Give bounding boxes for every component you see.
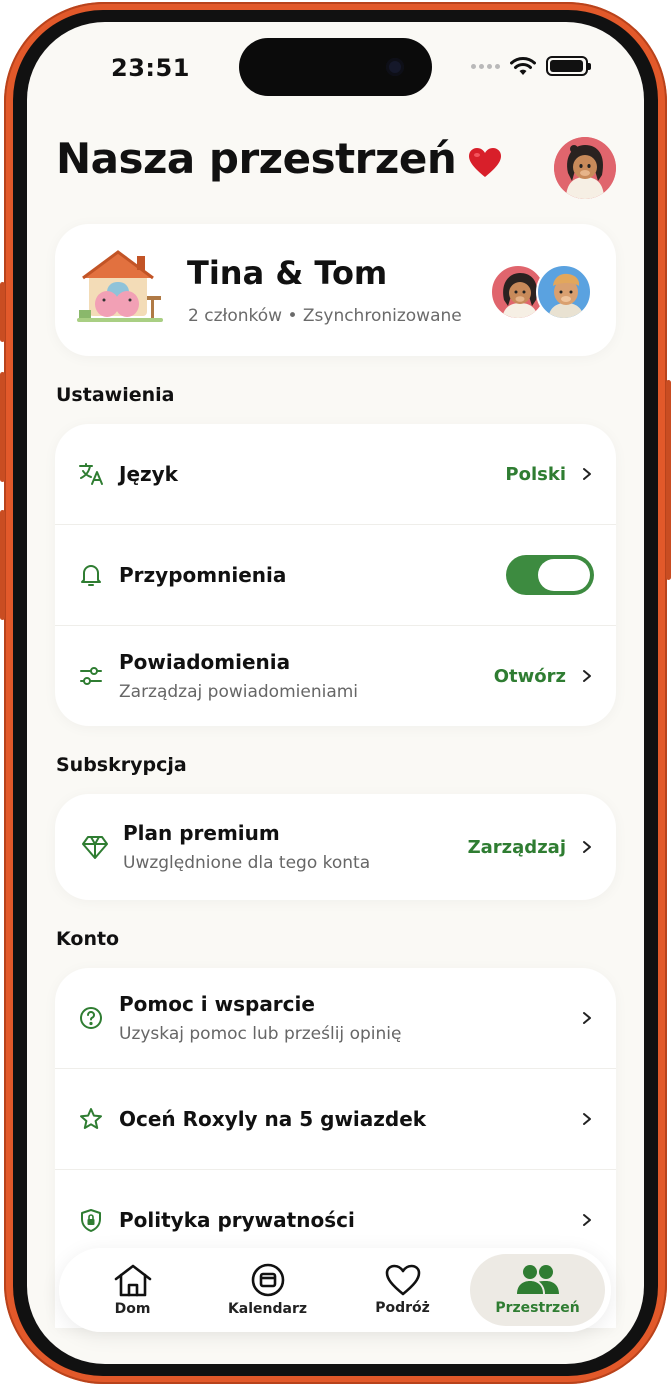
help-icon (77, 1004, 105, 1032)
people-icon (516, 1265, 559, 1294)
side-button-volume-up (0, 372, 5, 482)
avatar-illustration (554, 137, 616, 199)
privacy-title: Polityka prywatności (119, 1208, 355, 1232)
signal-icon (471, 63, 500, 69)
reminders-title: Przypomnienia (119, 563, 287, 587)
camera-icon (386, 58, 404, 76)
couple-card[interactable]: Tina & Tom 2 członków • Zsynchronizowane (55, 224, 616, 356)
section-subscription-label: Subskrypcja (56, 754, 187, 776)
language-title: Język (119, 462, 178, 486)
rate-title: Oceń Roxyly na 5 gwiazdek (119, 1107, 427, 1131)
reminders-toggle[interactable] (506, 555, 594, 595)
heart-icon (385, 1264, 420, 1296)
section-account-label: Konto (56, 928, 120, 950)
house-illustration (77, 250, 163, 322)
notifications-subtitle: Zarządzaj powiadomieniami (119, 682, 359, 702)
chevron-right-icon (583, 670, 591, 682)
chevron-right-icon (583, 468, 591, 480)
calendar-icon (251, 1263, 284, 1297)
profile-avatar[interactable] (554, 137, 616, 199)
side-button-volume-down (0, 510, 5, 620)
shield-lock-icon (77, 1206, 105, 1234)
rate-row[interactable]: Oceń Roxyly na 5 gwiazdek (55, 1069, 616, 1169)
language-row[interactable]: Język Polski (55, 424, 616, 524)
subscription-card: Plan premium Uwzględnione dla tego konta… (55, 794, 616, 900)
chevron-right-icon (583, 1012, 591, 1024)
side-button-power (666, 380, 671, 580)
battery-icon (546, 56, 591, 76)
screen: 23:51 Nasza przestrzeń Tina & Tom 2 czło… (27, 22, 644, 1364)
tab-home-label: Dom (114, 1301, 151, 1317)
notifications-title: Powiadomienia (119, 650, 291, 674)
tab-space[interactable]: Przestrzeń (470, 1254, 605, 1326)
language-value: Polski (505, 463, 566, 485)
translate-icon (77, 460, 105, 488)
premium-plan-title: Plan premium (123, 821, 280, 845)
wifi-icon (510, 57, 536, 75)
status-time: 23:51 (111, 54, 190, 82)
dynamic-island (239, 38, 432, 96)
reminders-row: Przypomnienia (55, 525, 616, 625)
help-title: Pomoc i wsparcie (119, 992, 315, 1016)
help-subtitle: Uzyskaj pomoc lub prześlij opinię (119, 1024, 402, 1044)
section-settings-label: Ustawienia (56, 384, 175, 406)
side-button-action (0, 282, 5, 342)
house-icon (114, 1264, 151, 1297)
premium-plan-subtitle: Uwzględnione dla tego konta (123, 853, 371, 873)
tab-journey-label: Podróż (375, 1300, 430, 1316)
chevron-right-icon (583, 1214, 591, 1226)
toggle-knob (538, 559, 590, 591)
settings-card: Język Polski Przypomnienia Powiadomienia… (55, 424, 616, 726)
chevron-right-icon (583, 1113, 591, 1125)
premium-plan-row[interactable]: Plan premium Uwzględnione dla tego konta… (55, 794, 616, 900)
page-title: Nasza przestrzeń (56, 134, 502, 183)
tab-calendar-label: Kalendarz (227, 1301, 308, 1317)
sliders-icon (77, 662, 105, 690)
tab-calendar[interactable]: Kalendarz (200, 1254, 335, 1326)
notifications-row[interactable]: Powiadomienia Zarządzaj powiadomieniami … (55, 626, 616, 726)
tab-home[interactable]: Dom (65, 1254, 200, 1326)
diamond-icon (81, 833, 109, 861)
notifications-value: Otwórz (493, 665, 566, 687)
page-title-text: Nasza przestrzeń (56, 134, 457, 183)
member-avatar-tom (536, 264, 592, 320)
tab-journey[interactable]: Podróż (335, 1254, 470, 1326)
chevron-right-icon (583, 841, 591, 853)
bell-icon (77, 561, 105, 589)
tab-bar: Dom Kalendarz Podróż Przestrzeń (59, 1248, 611, 1332)
couple-avatars (490, 264, 594, 320)
heart-icon (469, 147, 502, 177)
premium-plan-value: Zarządzaj (467, 836, 566, 858)
star-icon (77, 1105, 105, 1133)
help-row[interactable]: Pomoc i wsparcie Uzyskaj pomoc lub prześ… (55, 968, 616, 1068)
couple-name: Tina & Tom (187, 254, 388, 292)
status-indicators (471, 56, 591, 76)
tab-space-label: Przestrzeń (495, 1300, 580, 1316)
couple-meta: 2 członków • Zsynchronizowane (188, 306, 462, 326)
